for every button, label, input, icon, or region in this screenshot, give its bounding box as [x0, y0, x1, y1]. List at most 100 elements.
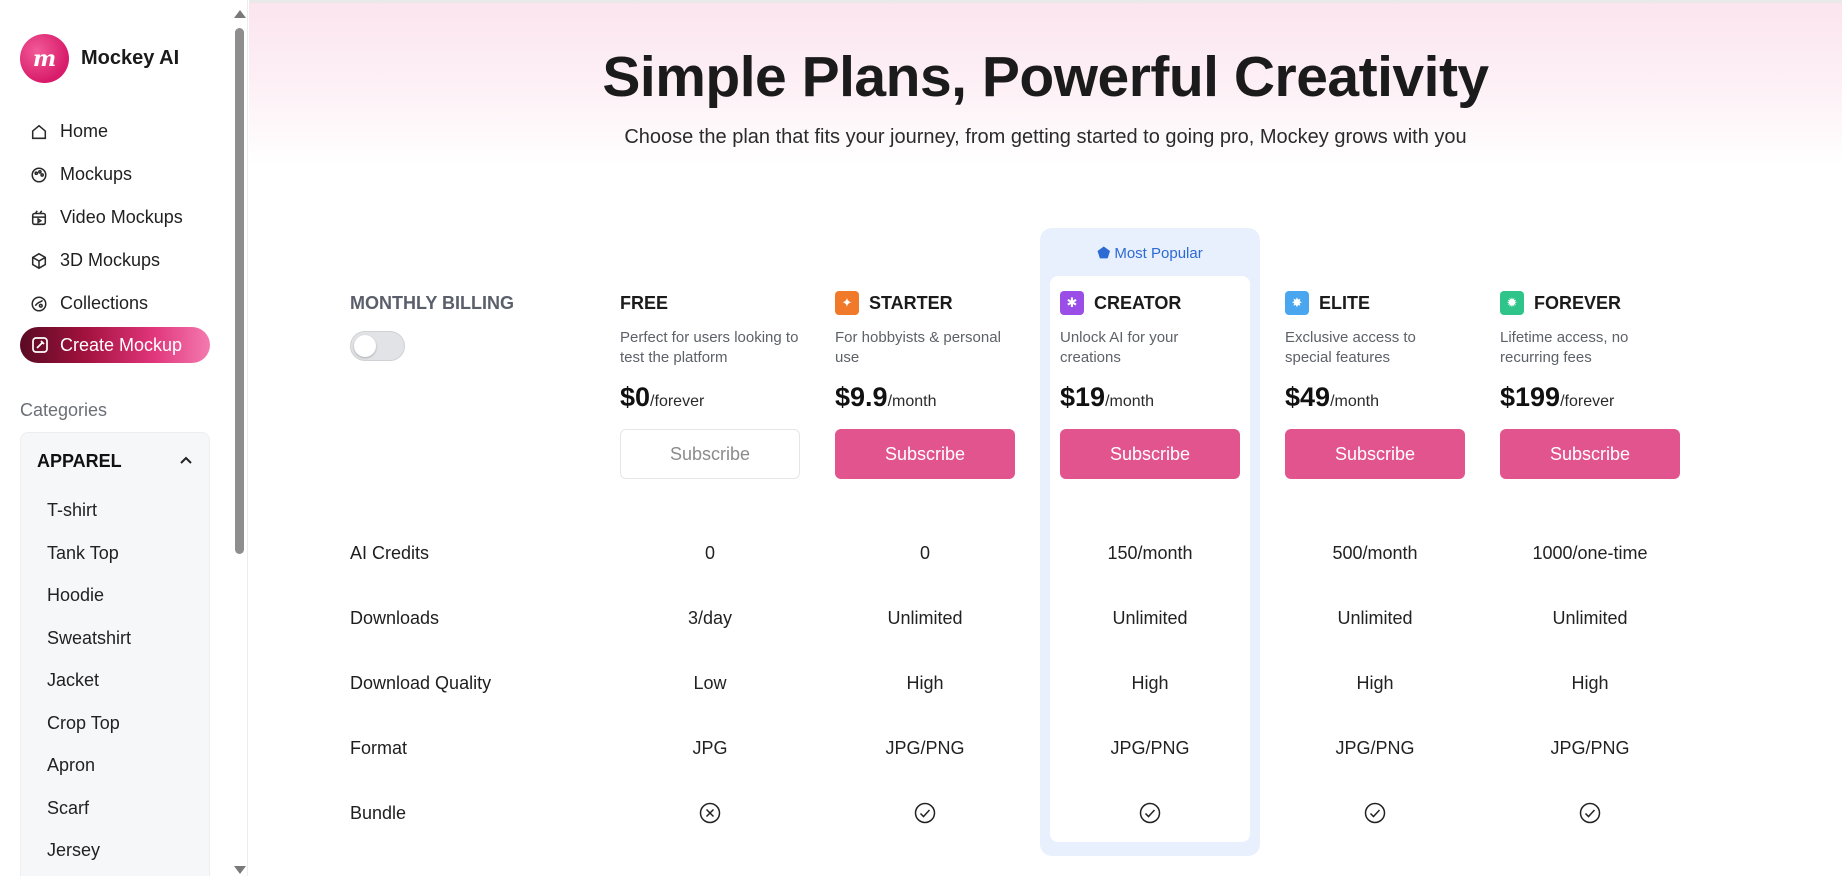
billing-toggle[interactable] [350, 331, 405, 361]
plan-free: FREE Perfect for users looking to test t… [620, 288, 800, 479]
billing-label: MONTHLY BILLING [350, 293, 515, 313]
nav-item-video-mockups[interactable]: Video Mockups [20, 196, 210, 239]
category-item[interactable]: Hoodie [21, 574, 209, 617]
feature-value: High [1356, 673, 1394, 693]
plan-creator: ✱ CREATOR Unlock AI for your creations $1… [1060, 288, 1240, 479]
cube-icon [31, 252, 47, 269]
check-circle-icon [1364, 802, 1386, 824]
nav-item-label: Collections [60, 293, 149, 313]
plan-price: $9.9/month [835, 382, 1015, 413]
subscribe-button-elite[interactable]: Subscribe [1285, 429, 1465, 479]
scroll-up-arrow[interactable] [234, 10, 246, 18]
collections-icon [31, 295, 47, 312]
main-nav: Home Mockups Video Mockups 3D Mockups Co… [20, 110, 210, 363]
feature-value: JPG [692, 738, 728, 758]
feature-value: JPG/PNG [885, 738, 965, 758]
top-divider [249, 0, 1842, 3]
category-group-label: APPAREL [37, 450, 122, 471]
nav-item-label: Home [60, 121, 109, 141]
category-item[interactable]: Apron [21, 744, 209, 787]
feature-value: JPG/PNG [1550, 738, 1630, 758]
toggle-knob [354, 335, 376, 357]
feature-value: High [1571, 673, 1609, 693]
pricing-main: Simple Plans, Powerful Creativity Choose… [249, 0, 1842, 876]
subscribe-button-creator[interactable]: Subscribe [1060, 429, 1240, 479]
scroll-down-arrow[interactable] [234, 866, 246, 874]
nav-item-label: 3D Mockups [60, 250, 161, 270]
brand-name: Mockey AI [81, 47, 180, 69]
plan-name: STARTER [869, 292, 953, 313]
plan-price: $19/month [1060, 382, 1240, 413]
check-circle-icon [1579, 802, 1601, 824]
subscribe-button-forever[interactable]: Subscribe [1500, 429, 1680, 479]
scrollbar-thumb[interactable] [235, 28, 244, 554]
nav-item-label: Video Mockups [60, 207, 183, 227]
categories-panel: APPAREL T-shirt Tank Top Hoodie Sweatshi… [20, 432, 210, 876]
feature-label: Download Quality [350, 673, 492, 693]
plan-price: $49/month [1285, 382, 1465, 413]
plan-elite: ✸ ELITE Exclusive access to special featu… [1285, 288, 1465, 479]
feature-value: 1000/one-time [1532, 543, 1648, 563]
plan-description: Exclusive access to special features [1285, 329, 1416, 366]
feature-value: Unlimited [1337, 608, 1413, 628]
plan-description: For hobbyists & personal use [835, 329, 1001, 366]
nav-item-mockups[interactable]: Mockups [20, 153, 210, 196]
create-mockup-label: Create Mockup [60, 334, 183, 355]
palette-icon [31, 166, 47, 183]
brand[interactable]: m Mockey AI [20, 34, 179, 83]
plan-name: ELITE [1319, 292, 1371, 313]
nav-item-collections[interactable]: Collections [20, 282, 210, 325]
category-group-apparel[interactable]: APPAREL [21, 433, 209, 489]
plan-name: FOREVER [1534, 292, 1622, 313]
category-item[interactable]: Crop Top [21, 702, 209, 745]
feature-value: Unlimited [887, 608, 963, 628]
subscribe-button-starter[interactable]: Subscribe [835, 429, 1015, 479]
creator-icon: ✱ [1060, 291, 1084, 315]
category-item[interactable]: Sweatshirt [21, 617, 209, 660]
nav-item-home[interactable]: Home [20, 110, 210, 153]
category-item[interactable]: Tank Top [21, 532, 209, 575]
price-amount: $0 [620, 382, 651, 412]
feature-value: Unlimited [1112, 608, 1188, 628]
nav-item-label: Mockups [60, 164, 133, 184]
feature-label: Downloads [350, 608, 440, 628]
category-item[interactable]: Jacket [21, 659, 209, 702]
category-item[interactable]: T-shirt [21, 489, 209, 532]
feature-value: Unlimited [1552, 608, 1628, 628]
price-period: /month [1105, 393, 1154, 410]
feature-label: Bundle [350, 803, 407, 823]
brand-logo: m [20, 34, 69, 83]
starter-icon: ✦ [835, 291, 859, 315]
feature-value: 150/month [1107, 543, 1193, 563]
page-title: Simple Plans, Powerful Creativity [602, 45, 1489, 109]
video-icon [31, 209, 47, 225]
create-mockup-button[interactable]: Create Mockup [20, 327, 210, 363]
elite-icon: ✸ [1285, 291, 1309, 315]
plan-description: Perfect for users looking to test the pl… [620, 329, 799, 366]
plan-starter: ✦ STARTER For hobbyists & personal use $9… [835, 288, 1015, 479]
badge-star-icon: ⬟ [1097, 245, 1111, 262]
plan-price: $199/forever [1500, 382, 1680, 413]
subscribe-button-free[interactable]: Subscribe [620, 429, 800, 479]
check-circle-icon [1139, 802, 1161, 824]
price-period: /month [887, 393, 937, 410]
sidebar: m Mockey AI Home Mockups Video Mockups 3… [0, 0, 248, 876]
price-amount: $19 [1060, 382, 1106, 412]
feature-value: Low [693, 673, 727, 693]
feature-value: 500/month [1332, 543, 1418, 563]
plan-description: Lifetime access, no recurring fees [1500, 329, 1629, 366]
category-item[interactable]: Scarf [21, 787, 209, 830]
plan-price: $0/forever [620, 382, 800, 413]
chevron-up-icon [180, 456, 192, 464]
create-icon [32, 337, 48, 353]
most-popular-label: Most Popular [1114, 245, 1203, 262]
forever-icon: ✹ [1500, 291, 1524, 315]
nav-item-3d-mockups[interactable]: 3D Mockups [20, 239, 210, 282]
plan-forever: ✹ FOREVER Lifetime access, no recurring f… [1500, 288, 1680, 479]
plan-description: Unlock AI for your creations [1060, 329, 1179, 366]
price-period: /forever [650, 393, 705, 410]
price-amount: $49 [1285, 382, 1331, 412]
category-item[interactable]: Jersey [21, 829, 209, 872]
price-amount: $199 [1500, 382, 1561, 412]
feature-value: 0 [919, 543, 930, 563]
